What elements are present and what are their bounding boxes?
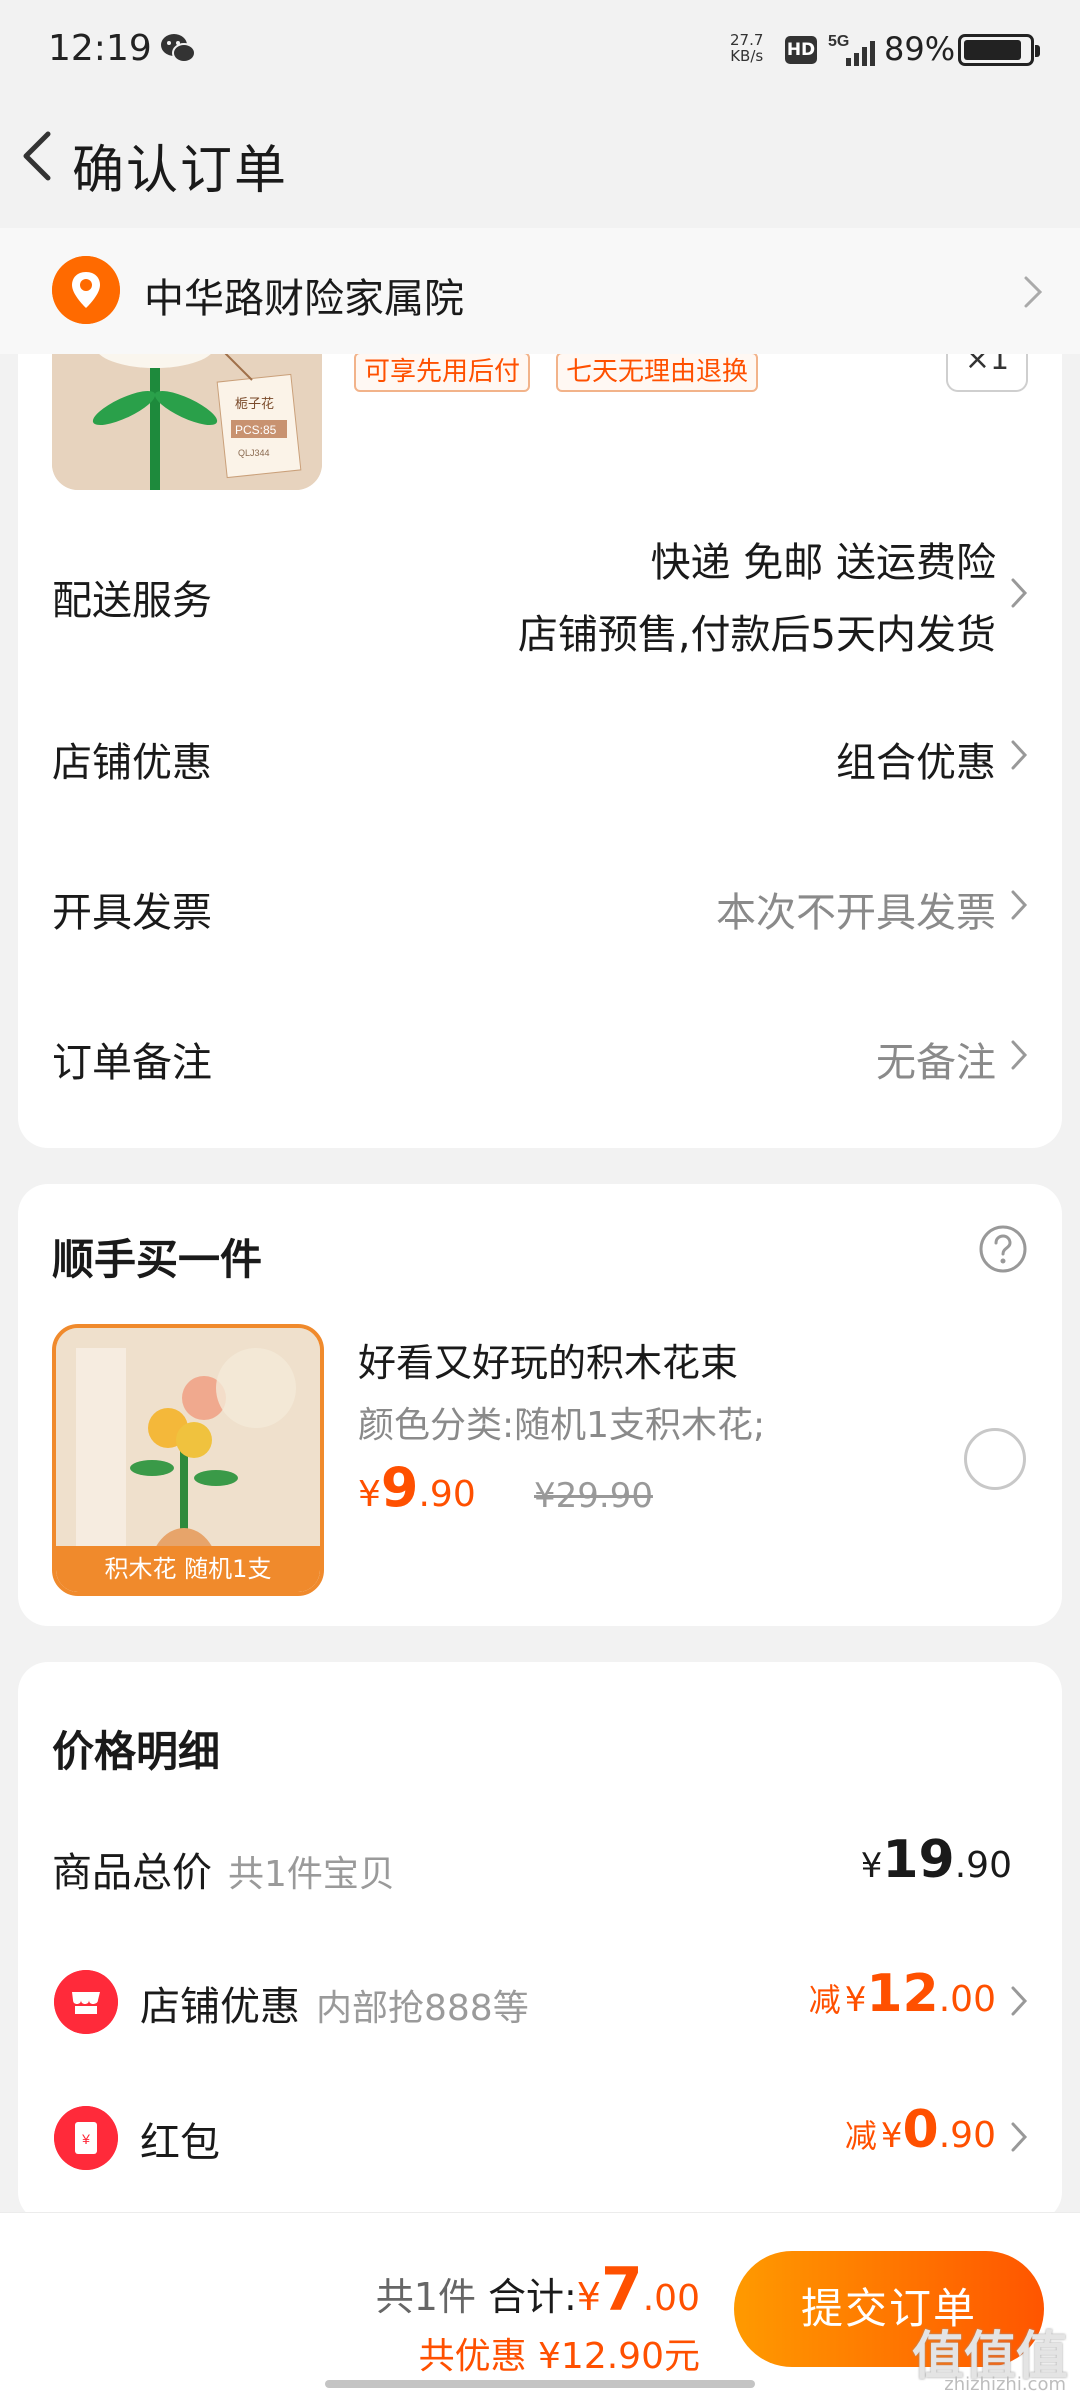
store-discount-text: 店铺优惠 (140, 1984, 300, 2030)
goods-count: 共1件宝贝 (228, 1854, 395, 1895)
store-icon (54, 1970, 118, 2034)
red-packet-label: 红包 (140, 2120, 220, 2166)
battery-nub (1035, 45, 1040, 57)
thumb-code: QLJ344 (238, 448, 270, 458)
invoice-label: 开具发票 (52, 890, 212, 936)
store-discount-label: 店铺优惠 (52, 740, 212, 786)
amount-decimal: .00 (642, 2278, 700, 2319)
thumb-pcs: PCS:85 (235, 423, 277, 437)
location-pin-icon (52, 256, 120, 324)
currency-symbol: ¥ (576, 2275, 601, 2319)
tag-seven-day-return: 七天无理由退换 (556, 352, 759, 392)
signal-icon: 5G (828, 33, 875, 66)
page-title: 确认订单 (72, 141, 289, 201)
add-on-price: ¥9.90 (358, 1456, 476, 1519)
amount-decimal: .90 (954, 1845, 1012, 1886)
chevron-right-icon (1011, 578, 1028, 608)
address-text: 中华路财险家属院 (144, 276, 464, 322)
chevron-right-icon (1011, 1986, 1028, 2016)
net-speed: 27.7 KB/s (730, 32, 763, 64)
currency-symbol: ¥ (880, 2116, 903, 2156)
header: 确认订单 (0, 100, 1080, 230)
minus-label: 减 (808, 1981, 841, 2019)
product-image: 栀子花 PCS:85 QLJ344 (52, 340, 322, 490)
price-detail-card: 价格明细 商品总价 共1件宝贝 ¥19.90 店铺优惠 内部抢888等 减 ¥12.0… (18, 1662, 1062, 2222)
address-bar[interactable]: 中华路财险家属院 (0, 228, 1080, 354)
chevron-right-icon (1024, 276, 1043, 308)
minus-label: 减 (844, 2117, 877, 2155)
total-label: 合计: (487, 2275, 577, 2319)
currency-symbol: ¥ (358, 1474, 381, 1515)
add-on-card: 顺手买一件 积木花 随机1支 好看又好玩的积木花束 颜色分类:随机1支积木花; … (18, 1184, 1062, 1626)
add-on-product-name: 好看又好玩的积木花束 (358, 1341, 739, 1385)
watermark-url: zhizhizhi.com (944, 2374, 1066, 2395)
signal-label: 5G (828, 33, 849, 50)
goods-total-label: 商品总价 共1件宝贝 (52, 1840, 395, 1898)
goods-total-text: 商品总价 (52, 1850, 212, 1896)
order-total: 共1件 合计:¥7.00 (376, 2255, 700, 2325)
battery-icon (958, 34, 1040, 66)
price-integer: 9 (380, 1456, 419, 1519)
hd-icon: HD (785, 36, 817, 64)
currency-symbol: ¥ (860, 1846, 883, 1886)
product-thumbnail[interactable]: 栀子花 PCS:85 QLJ344 (52, 340, 322, 490)
price-detail-title: 价格明细 (52, 1727, 221, 1776)
wechat-icon (161, 34, 196, 63)
currency-symbol: ¥ (844, 1980, 867, 2020)
add-on-product-image[interactable]: 积木花 随机1支 (52, 1324, 324, 1596)
store-discount-sub: 内部抢888等 (316, 1988, 529, 2029)
add-on-title: 顺手买一件 (52, 1235, 263, 1284)
amount-decimal: .90 (938, 2115, 996, 2156)
home-indicator[interactable] (325, 2380, 755, 2388)
add-on-select-radio[interactable] (964, 1428, 1026, 1490)
goods-total-amount: ¥19.90 (861, 1830, 1012, 1890)
amount-integer: 0 (902, 2100, 939, 2160)
thumb-label: 栀子花 (235, 396, 274, 411)
red-packet-icon: ¥ (54, 2106, 118, 2170)
price-decimal: .90 (418, 1474, 476, 1515)
add-on-image-caption: 积木花 随机1支 (56, 1546, 320, 1592)
store-discount-detail-label: 店铺优惠 内部抢888等 (140, 1974, 529, 2032)
battery-percent: 89% (884, 30, 956, 68)
store-discount-value: 组合优惠 (836, 740, 996, 786)
total-savings: 共优惠 ¥12.90元 (418, 2336, 700, 2377)
amount-integer: 7 (600, 2255, 643, 2325)
order-info-card: 栀子花 PCS:85 QLJ344 可享先用后付 七天无理由退换 ×1 配送服务… (18, 340, 1062, 1148)
help-icon[interactable] (978, 1224, 1028, 1274)
svg-text:¥: ¥ (81, 2131, 90, 2147)
item-count: 共1件 (375, 2275, 476, 2319)
chevron-right-icon (1011, 2122, 1028, 2152)
tag-pay-later: 可享先用后付 (354, 352, 531, 392)
amount-decimal: .00 (938, 1979, 996, 2020)
amount-integer: 19 (882, 1830, 955, 1890)
total-amount: ¥7.00 (576, 2255, 700, 2325)
net-speed-value: 27.7 (730, 31, 764, 49)
red-packet-amount: 减 ¥0.90 (845, 2100, 996, 2160)
delivery-line1: 快递 免邮 送运费险 (650, 540, 996, 586)
add-on-original-price: ¥29.90 (534, 1476, 653, 1516)
invoice-value: 本次不开具发票 (716, 890, 996, 936)
amount-integer: 12 (866, 1964, 939, 2024)
back-arrow-icon[interactable] (14, 120, 58, 192)
chevron-right-icon (1011, 740, 1028, 770)
chevron-right-icon (1011, 890, 1028, 920)
status-bar: 12:19 27.7 KB/s HD 5G 89% (0, 0, 1080, 100)
battery-fill (964, 40, 1021, 60)
chevron-right-icon (1011, 1040, 1028, 1070)
delivery-line2: 店铺预售,付款后5天内发货 (517, 612, 996, 658)
delivery-label: 配送服务 (52, 578, 212, 624)
add-on-variant: 颜色分类:随机1支积木花; (358, 1405, 766, 1446)
net-speed-unit: KB/s (730, 47, 764, 65)
status-time: 12:19 (48, 28, 152, 69)
order-note-value: 无备注 (876, 1040, 996, 1086)
order-note-label: 订单备注 (52, 1040, 212, 1086)
store-discount-amount: 减 ¥12.00 (809, 1964, 996, 2024)
